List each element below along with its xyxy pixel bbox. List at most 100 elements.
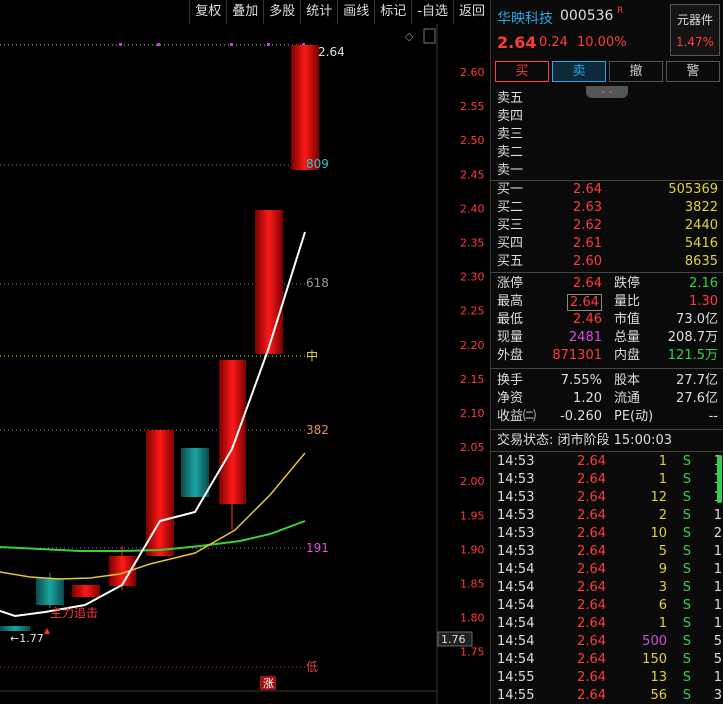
stat-value: 1.30 [689, 294, 718, 309]
tick-side: S [682, 544, 691, 559]
stat-label: 内盘 [614, 348, 641, 363]
fundamental-label: 收益㈡ [497, 409, 537, 424]
fundamental-row: 收益㈡ -0.260 PE(动) -- [491, 408, 723, 426]
stat-row: 最低 2.46 市值 73.0亿 [491, 311, 723, 329]
ask-row[interactable]: 卖三 [491, 126, 723, 144]
level-label-mid: 中 [306, 348, 318, 363]
fundamental-value: -- [708, 409, 718, 424]
tick-row: 14:53 2.64 2 S 1 [491, 507, 723, 525]
bid-price: 2.62 [573, 218, 602, 233]
trade-status: 交易状态: 闭市阶段 15:00:03 [497, 433, 673, 448]
bid-price: 2.60 [573, 254, 602, 269]
tick-time: 14:54 [497, 634, 535, 649]
bid-row[interactable]: 买二 2.63 3822 [491, 199, 723, 217]
tick-count: 1 [713, 508, 722, 523]
stat-value: 2.46 [573, 312, 602, 327]
sector-name: 元器件 [676, 13, 713, 27]
scroll-box[interactable] [423, 28, 436, 44]
price-axis-label: 2.05 [460, 441, 485, 454]
level-label-low: 低 [306, 660, 318, 674]
tick-volume: 9 [658, 562, 667, 577]
stock-name[interactable]: 华映科技 [497, 8, 553, 28]
bid-row[interactable]: 买一 2.64 505369 [491, 181, 723, 199]
tick-volume: 5 [658, 544, 667, 559]
cancel-order-button[interactable]: 撤 [609, 61, 663, 82]
toolbar-item[interactable]: 统计 [300, 0, 337, 24]
tick-volume: 2 [658, 508, 667, 523]
bid-volume: 505369 [668, 182, 718, 197]
sector-box[interactable]: 元器件 1.47% [670, 4, 720, 56]
tick-count: 5 [713, 652, 722, 667]
stat-row: 涨停 2.64 跌停 2.16 [491, 275, 723, 293]
stat-label: 跌停 [614, 276, 641, 291]
ask-row[interactable]: 卖五 [491, 90, 723, 108]
tick-price: 2.64 [577, 670, 606, 685]
fundamental-value: -0.260 [560, 409, 602, 424]
tick-row: 14:54 2.64 9 S 1 [491, 561, 723, 579]
toolbar-item[interactable]: -自选 [411, 0, 453, 24]
tick-side: S [682, 562, 691, 577]
tick-price: 2.64 [577, 616, 606, 631]
stat-value: 2.64 [573, 276, 602, 291]
buy-button[interactable]: 买 [495, 61, 549, 82]
tick-row: 14:55 2.64 56 S 3 [491, 687, 723, 704]
bid-volume: 5416 [684, 236, 718, 251]
tick-row: 14:532.6412S1 [491, 489, 723, 507]
price-change: 0.24 [539, 35, 568, 50]
tick-volume: 1 [658, 616, 667, 631]
bid-volume: 2440 [684, 218, 718, 233]
stat-value: 121.5万 [667, 348, 718, 363]
stat-label: 总量 [614, 330, 641, 345]
orderbook-bottom-divider [491, 272, 723, 273]
ask-label: 卖四 [497, 109, 524, 124]
ask-row[interactable]: 卖一 [491, 162, 723, 180]
tick-scrollbar[interactable] [717, 455, 722, 503]
kline-chart[interactable]: ◇ ←1.77 主力追击 涨 2.64 809 618 中 382 191 低 … [0, 0, 490, 704]
tick-row: 14:54 2.64 3 S 1 [491, 579, 723, 597]
level-label-382: 382 [306, 423, 329, 437]
tick-time: 14:53 [497, 544, 535, 559]
tick-volume: 1 [658, 454, 667, 469]
ask-row[interactable]: 卖四 [491, 108, 723, 126]
stat-row: 最高 2.64 量比 1.30 [491, 293, 723, 311]
tick-time: 14:53 [497, 526, 535, 541]
kline-chart-canvas[interactable]: ◇ ←1.77 主力追击 涨 2.64 809 618 中 382 191 低 … [0, 0, 490, 704]
ask-label: 卖一 [497, 163, 524, 178]
bid-row[interactable]: 买五 2.60 8635 [491, 253, 723, 271]
toolbar-item[interactable]: 画线 [337, 0, 374, 24]
sell-button[interactable]: 卖 [552, 61, 606, 82]
stat-label: 最高 [497, 294, 524, 309]
tick-row: 14:54 2.64 150 S 5 [491, 651, 723, 669]
candle-8 [255, 210, 283, 354]
stat-row: 现量 2481 总量 208.7万 [491, 329, 723, 347]
stat-value: 2.64 [567, 294, 602, 311]
toolbar-item[interactable]: 复权 [189, 0, 226, 24]
quote-panel: 华映科技 000536 R 2.64 0.24 10.00% 元器件 1.47%… [490, 0, 723, 704]
stat-label: 外盘 [497, 348, 524, 363]
ask-row[interactable]: 卖二 [491, 144, 723, 162]
bid-volume: 8635 [684, 254, 718, 269]
bid-label: 买三 [497, 218, 524, 233]
tick-row: 14:53 2.64 10 S 2 [491, 525, 723, 543]
bid-label: 买一 [497, 182, 524, 197]
tick-row: 14:532.641S1 [491, 453, 723, 471]
diamond-icon[interactable]: ◇ [405, 30, 414, 43]
tick-side: S [682, 508, 691, 523]
toolbar-item[interactable]: 多股 [263, 0, 300, 24]
toolbar-item[interactable]: 返回 [452, 0, 490, 24]
level-label-191: 191 [306, 541, 329, 555]
tick-price: 2.64 [577, 544, 606, 559]
bid-row[interactable]: 买三 2.62 2440 [491, 217, 723, 235]
up-arrow-icon [44, 628, 50, 634]
alert-button[interactable]: 警 [666, 61, 720, 82]
tick-price: 2.64 [577, 634, 606, 649]
tick-side: S [682, 688, 691, 703]
toolbar-item[interactable]: 叠加 [226, 0, 263, 24]
margin-flag: R [617, 6, 624, 16]
toolbar-item[interactable]: 标记 [374, 0, 411, 24]
tick-count: 1 [713, 670, 722, 685]
fundamentals-divider [491, 429, 723, 430]
bid-row[interactable]: 买四 2.61 5416 [491, 235, 723, 253]
ask-label: 卖二 [497, 145, 524, 160]
tick-row: 14:54 2.64 6 S 1 [491, 597, 723, 615]
